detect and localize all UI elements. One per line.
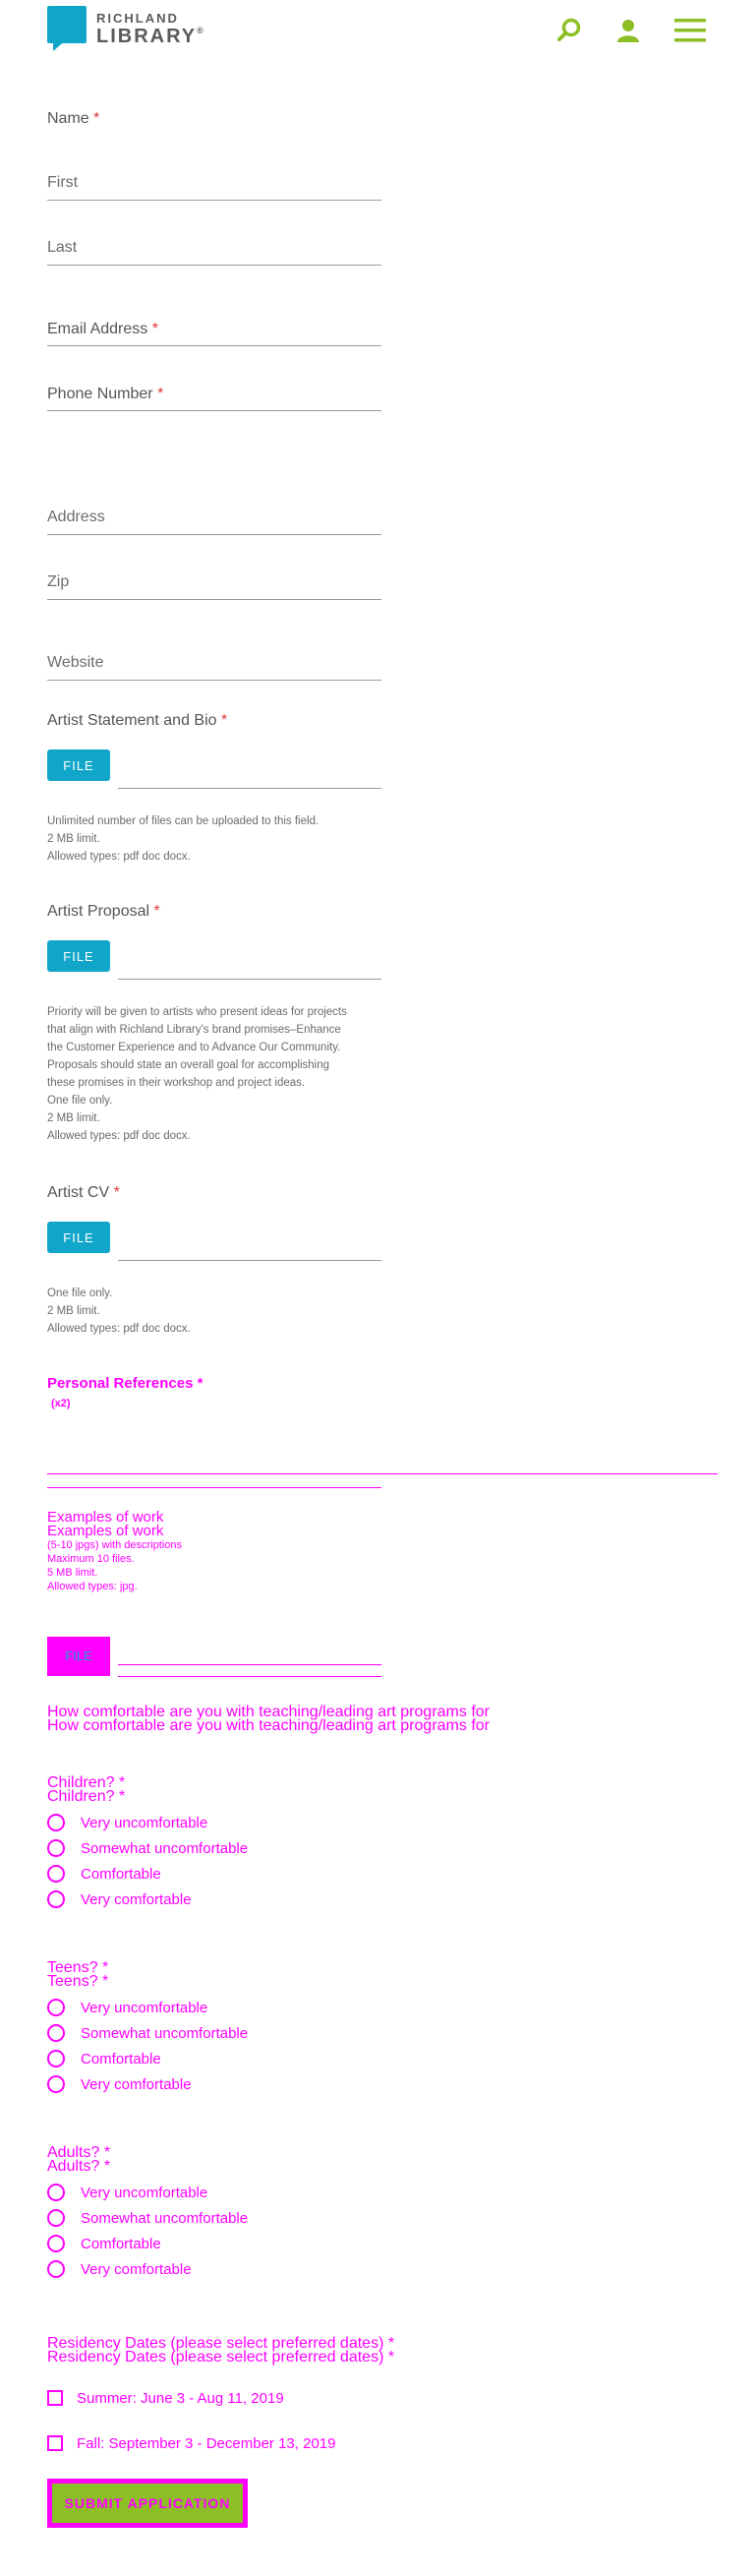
radio-icon bbox=[47, 1999, 65, 2016]
adults-option-very-uncomfortable[interactable]: Very uncomfortable bbox=[47, 2184, 207, 2201]
artist-cv-upload: FILE bbox=[47, 1222, 381, 1261]
teens-label-echo: Teens? * bbox=[47, 1973, 109, 1990]
site-header: RICHLAND LIBRARY® bbox=[0, 0, 755, 59]
artist-cv-label: Artist CV * bbox=[47, 1184, 120, 1201]
teens-option-very-comfortable[interactable]: Very comfortable bbox=[47, 2075, 192, 2093]
address-input[interactable] bbox=[47, 500, 381, 535]
adults-label-echo: Adults? * bbox=[47, 2158, 111, 2175]
radio-icon bbox=[47, 2075, 65, 2093]
user-icon[interactable] bbox=[613, 16, 643, 45]
radio-icon bbox=[47, 1865, 65, 1883]
residency-option-fall[interactable]: Fall: September 3 - December 13, 2019 bbox=[47, 2435, 335, 2451]
children-option-very-uncomfortable[interactable]: Very uncomfortable bbox=[47, 1814, 207, 1831]
name-label: Name * bbox=[47, 110, 100, 127]
artist-proposal-label: Artist Proposal * bbox=[47, 903, 160, 920]
checkbox-icon bbox=[47, 2435, 63, 2451]
file-name-line bbox=[118, 788, 381, 789]
examples-of-work-hint: (5-10 jpgs) with descriptions Maximum 10… bbox=[47, 1539, 182, 1592]
radio-icon bbox=[47, 2260, 65, 2278]
personal-references-count: (x2) bbox=[51, 1398, 71, 1409]
first-name-input[interactable] bbox=[47, 165, 381, 201]
radio-icon bbox=[47, 2050, 65, 2067]
zip-input[interactable] bbox=[47, 565, 381, 600]
artist-proposal-upload: FILE bbox=[47, 940, 381, 980]
adults-option-somewhat-uncomfortable[interactable]: Somewhat uncomfortable bbox=[47, 2209, 248, 2227]
logo-line-1: RICHLAND bbox=[96, 10, 179, 26]
artist-statement-hint: Unlimited number of files can be uploade… bbox=[47, 815, 319, 863]
artist-statement-file-button[interactable]: FILE bbox=[47, 749, 110, 781]
logo-line-2: LIBRARY bbox=[96, 25, 198, 47]
comfort-question-echo: How comfortable are you with teaching/le… bbox=[47, 1717, 490, 1734]
examples-file-line-2 bbox=[118, 1676, 381, 1677]
file-name-line bbox=[118, 1260, 381, 1261]
logo-mark-icon bbox=[47, 6, 87, 51]
radio-icon bbox=[47, 2184, 65, 2201]
radio-icon bbox=[47, 1890, 65, 1908]
references-field-line[interactable] bbox=[47, 1473, 718, 1474]
artist-cv-hint: One file only. 2 MB limit. Allowed types… bbox=[47, 1288, 191, 1335]
artist-proposal-file-button[interactable]: FILE bbox=[47, 940, 110, 972]
children-option-comfortable[interactable]: Comfortable bbox=[47, 1865, 161, 1883]
examples-file-line bbox=[118, 1664, 381, 1665]
richland-library-logo[interactable]: RICHLAND LIBRARY® bbox=[47, 6, 205, 51]
radio-icon bbox=[47, 2024, 65, 2042]
radio-icon bbox=[47, 2209, 65, 2227]
personal-references-label: Personal References * bbox=[47, 1375, 203, 1392]
adults-option-very-comfortable[interactable]: Very comfortable bbox=[47, 2260, 192, 2278]
references-field-line-2 bbox=[47, 1487, 381, 1488]
teens-option-somewhat-uncomfortable[interactable]: Somewhat uncomfortable bbox=[47, 2024, 248, 2042]
teens-option-comfortable[interactable]: Comfortable bbox=[47, 2050, 161, 2067]
adults-option-comfortable[interactable]: Comfortable bbox=[47, 2235, 161, 2252]
radio-icon bbox=[47, 1839, 65, 1857]
artist-statement-label: Artist Statement and Bio * bbox=[47, 712, 228, 729]
search-icon[interactable] bbox=[554, 16, 584, 45]
radio-icon bbox=[47, 2235, 65, 2252]
children-option-very-comfortable[interactable]: Very comfortable bbox=[47, 1890, 192, 1908]
artist-statement-upload: FILE bbox=[47, 749, 381, 789]
email-input[interactable] bbox=[47, 311, 381, 346]
submit-application-button[interactable]: SUBMIT APPLICATION bbox=[47, 2479, 248, 2528]
children-label-echo: Children? * bbox=[47, 1788, 126, 1805]
examples-file-button[interactable]: FILE bbox=[47, 1637, 110, 1676]
checkbox-icon bbox=[47, 2390, 63, 2406]
children-option-somewhat-uncomfortable[interactable]: Somewhat uncomfortable bbox=[47, 1839, 248, 1857]
phone-input[interactable] bbox=[47, 376, 381, 411]
radio-icon bbox=[47, 1814, 65, 1831]
teens-option-very-uncomfortable[interactable]: Very uncomfortable bbox=[47, 1999, 207, 2016]
file-name-line bbox=[118, 979, 381, 980]
menu-icon[interactable] bbox=[672, 16, 708, 45]
examples-of-work-label-echo: Examples of work bbox=[47, 1523, 164, 1539]
website-input[interactable] bbox=[47, 645, 381, 681]
residency-option-summer[interactable]: Summer: June 3 - Aug 11, 2019 bbox=[47, 2390, 284, 2406]
artist-cv-file-button[interactable]: FILE bbox=[47, 1222, 110, 1253]
residency-dates-label-echo: Residency Dates (please select preferred… bbox=[47, 2349, 395, 2366]
last-name-input[interactable] bbox=[47, 230, 381, 266]
artist-proposal-hint: Priority will be given to artists who pr… bbox=[47, 1006, 347, 1142]
